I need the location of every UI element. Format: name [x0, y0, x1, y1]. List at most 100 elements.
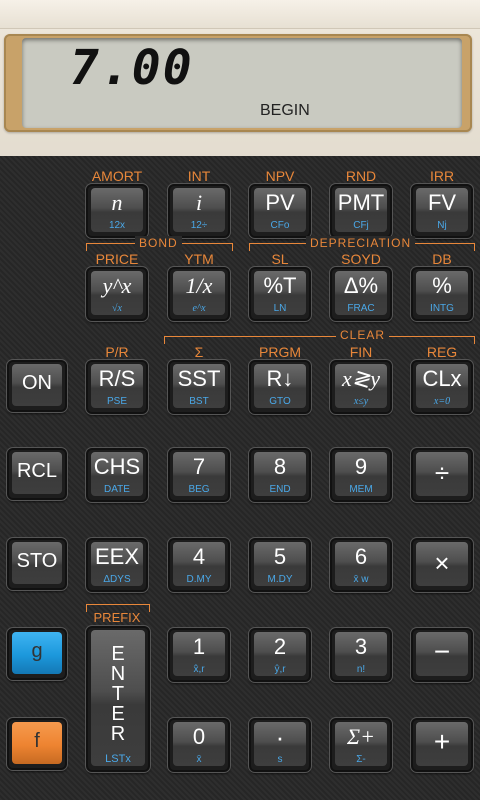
clear-bracket	[164, 336, 475, 344]
key-rcl-label: RCL	[16, 460, 57, 482]
key-on[interactable]: ON	[7, 360, 67, 412]
key-roll-down-sub: GTO	[269, 396, 291, 407]
key-fv[interactable]: FV Nj	[411, 184, 473, 238]
key-decimal-label: ·	[275, 722, 285, 752]
enter-letter-e2: E	[111, 703, 125, 725]
key-7[interactable]: 7 BEG	[168, 448, 230, 502]
key-y-power-x[interactable]: y^x √x	[86, 267, 148, 321]
label-reg: REG	[426, 344, 458, 360]
enter-letter-t: T	[111, 683, 125, 705]
key-on-label: ON	[22, 372, 52, 394]
key-8[interactable]: 8 END	[249, 448, 311, 502]
key-pmt[interactable]: PMT CFj	[330, 184, 392, 238]
key-roll-down-label: R↓	[266, 366, 294, 391]
key-clear-x-label: CLx	[422, 366, 462, 391]
key-g-shift[interactable]: g	[7, 628, 67, 680]
key-run-stop[interactable]: R/S PSE	[86, 360, 148, 414]
key-1-sub: x̂,r	[193, 664, 205, 675]
key-chs-label: CHS	[93, 454, 141, 479]
key-enter[interactable]: E N T E R LSTx	[86, 626, 150, 772]
key-multiply-label: ×	[434, 548, 450, 578]
key-multiply[interactable]: ×	[411, 538, 473, 592]
key-sst[interactable]: SST BST	[168, 360, 230, 414]
key-run-stop-sub: PSE	[106, 396, 127, 407]
key-sigma-plus-sub: Σ-	[356, 754, 366, 765]
label-amort: AMORT	[91, 168, 143, 184]
key-n[interactable]: n 12x	[86, 184, 148, 238]
clear-label: CLEAR	[336, 328, 390, 342]
key-percent-total-label: %T	[263, 273, 297, 298]
key-pv[interactable]: PV CFo	[249, 184, 311, 238]
key-eex[interactable]: EEX ΔDYS	[86, 538, 148, 592]
key-pmt-sub: CFj	[353, 220, 369, 231]
key-reciprocal-label: 1/x	[185, 273, 213, 298]
key-decimal-sub: s	[277, 754, 283, 765]
key-eex-label: EEX	[94, 544, 140, 569]
key-clear-x[interactable]: CLx x=0	[411, 360, 473, 414]
key-sto[interactable]: STO	[7, 538, 67, 590]
key-g-shift-label: g	[31, 640, 43, 662]
key-3-sub: n!	[356, 664, 366, 675]
key-i-sub: 12÷	[190, 220, 208, 231]
key-roll-down[interactable]: R↓ GTO	[249, 360, 311, 414]
label-irr: IRR	[429, 168, 455, 184]
lcd-display: 7.00 BEGIN	[22, 38, 462, 128]
key-6-label: 6	[354, 544, 368, 569]
key-3[interactable]: 3 n!	[330, 628, 392, 682]
key-5-label: 5	[273, 544, 287, 569]
key-sst-sub: BST	[189, 396, 209, 407]
key-percent-sub: INTG	[430, 303, 454, 314]
key-f-shift-label: f	[34, 730, 40, 752]
label-sigma: Σ	[194, 344, 204, 360]
key-5[interactable]: 5 M.DY	[249, 538, 311, 592]
key-4-sub: D.MY	[186, 574, 212, 585]
key-pv-label: PV	[265, 190, 295, 215]
key-add[interactable]: +	[411, 718, 473, 772]
key-0[interactable]: 0 x̄	[168, 718, 230, 772]
key-reciprocal[interactable]: 1/x e^x	[168, 267, 230, 321]
key-sigma-plus[interactable]: Σ+ Σ-	[330, 718, 392, 772]
key-4[interactable]: 4 D.MY	[168, 538, 230, 592]
key-subtract-label: −	[433, 636, 451, 667]
key-enter-label: E N T E R	[88, 644, 148, 744]
label-soyd: SOYD	[341, 251, 381, 267]
key-9[interactable]: 9 MEM	[330, 448, 392, 502]
key-percent[interactable]: % INTG	[411, 267, 473, 321]
key-decimal[interactable]: · s	[249, 718, 311, 772]
key-delta-percent-label: Δ%	[343, 273, 379, 298]
label-npv: NPV	[265, 168, 295, 184]
key-percent-total[interactable]: %T LN	[249, 267, 311, 321]
prefix-label: PREFIX	[93, 610, 141, 625]
key-n-sub: 12x	[108, 220, 126, 231]
key-2[interactable]: 2 ŷ,r	[249, 628, 311, 682]
key-f-shift[interactable]: f	[7, 718, 67, 770]
key-eex-sub: ΔDYS	[103, 574, 131, 585]
key-8-sub: END	[269, 484, 291, 495]
label-price: PRICE	[95, 251, 139, 267]
key-divide-label: ÷	[434, 458, 450, 488]
key-9-label: 9	[354, 454, 368, 479]
label-fin: FIN	[349, 344, 373, 360]
key-sto-label: STO	[16, 550, 58, 572]
key-delta-percent-sub: FRAC	[347, 303, 375, 314]
key-y-power-x-label: y^x	[102, 273, 132, 298]
key-clear-x-sub: x=0	[433, 396, 451, 407]
key-i[interactable]: i 12÷	[168, 184, 230, 238]
key-6[interactable]: 6 x̄ w	[330, 538, 392, 592]
key-percent-label: %	[432, 273, 452, 298]
key-divide[interactable]: ÷	[411, 448, 473, 502]
key-chs[interactable]: CHS DATE	[86, 448, 148, 502]
key-1[interactable]: 1 x̂,r	[168, 628, 230, 682]
key-subtract[interactable]: −	[411, 628, 473, 682]
key-x-swap-y[interactable]: x≷y x≤y	[330, 360, 392, 414]
enter-letter-e1: E	[111, 643, 125, 665]
enter-letter-r: R	[110, 723, 126, 745]
key-0-label: 0	[192, 724, 206, 749]
key-rcl[interactable]: RCL	[7, 448, 67, 500]
label-sl: SL	[271, 251, 289, 267]
key-sigma-plus-label: Σ+	[347, 724, 375, 749]
label-ytm: YTM	[184, 251, 214, 267]
key-percent-total-sub: LN	[273, 303, 287, 314]
key-i-label: i	[195, 190, 203, 215]
key-delta-percent[interactable]: Δ% FRAC	[330, 267, 392, 321]
